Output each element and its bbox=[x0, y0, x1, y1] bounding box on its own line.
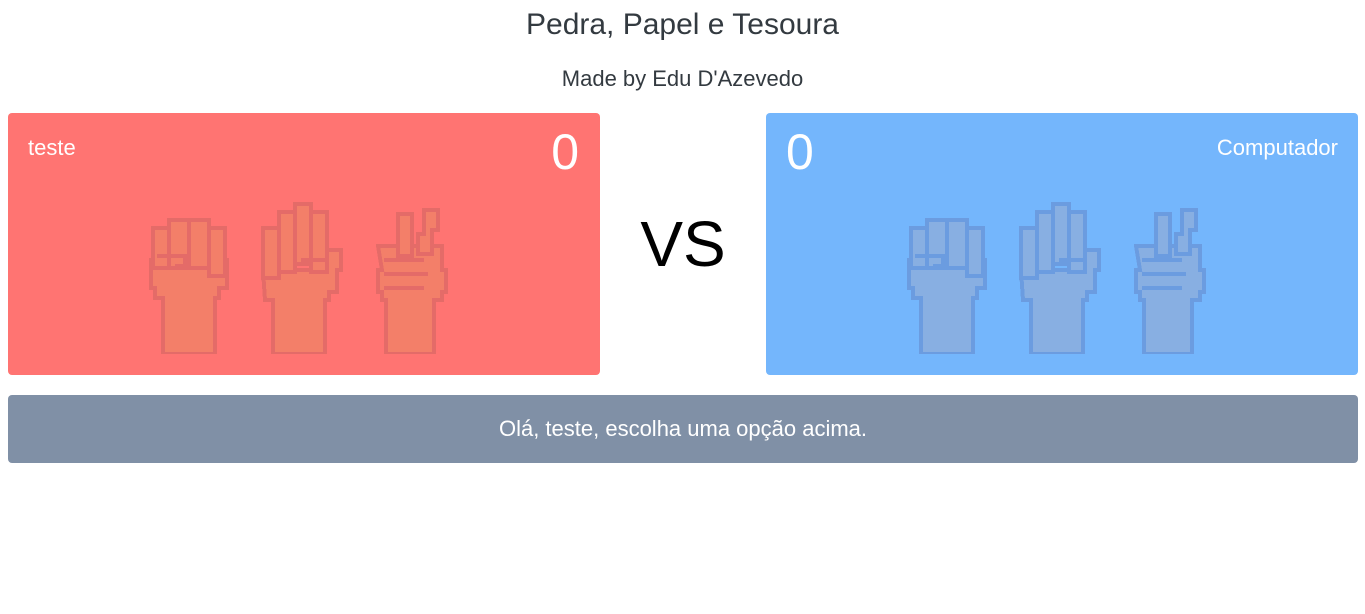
hand-finger bbox=[309, 210, 329, 274]
hand-finger bbox=[1154, 212, 1172, 258]
hand-finger bbox=[1035, 210, 1055, 274]
hand-finger bbox=[909, 226, 929, 270]
page-subtitle: Made by Edu D'Azevedo bbox=[561, 66, 804, 91]
player-scissors-button[interactable] bbox=[376, 190, 460, 354]
hand-finger bbox=[277, 210, 297, 274]
paper-hand-graphic bbox=[1019, 202, 1101, 354]
game-page: Pedra, Papel e Tesoura Made by Edu D'Aze… bbox=[0, 0, 1365, 614]
page-title: Pedra, Papel e Tesoura bbox=[526, 8, 839, 41]
hand-palm bbox=[1134, 244, 1206, 354]
hand-finger bbox=[1019, 226, 1039, 280]
versus-label: VS bbox=[640, 208, 726, 280]
computer-name: Computador bbox=[1216, 135, 1338, 160]
rock-hand-graphic bbox=[149, 218, 229, 354]
status-message: Olá, teste, escolha uma opção acima. bbox=[8, 395, 1358, 463]
hand-finger bbox=[945, 218, 969, 270]
scissors-hand-graphic bbox=[376, 208, 448, 354]
hand-finger bbox=[293, 202, 313, 266]
computer-options bbox=[905, 190, 1225, 354]
computer-panel: 0 Computador bbox=[766, 113, 1358, 375]
computer-paper-hand bbox=[1019, 190, 1103, 354]
computer-scissors-hand bbox=[1134, 190, 1218, 354]
hand-finger bbox=[396, 212, 414, 258]
computer-score: 0 bbox=[786, 124, 814, 180]
player-rock-button[interactable] bbox=[147, 190, 231, 354]
hand-finger bbox=[1067, 210, 1087, 274]
hand-finger bbox=[261, 226, 281, 280]
player-panel: teste 0 bbox=[8, 113, 600, 375]
player-paper-button[interactable] bbox=[261, 190, 345, 354]
hand-finger bbox=[207, 226, 227, 278]
player-options bbox=[147, 190, 467, 354]
hand-finger bbox=[1051, 202, 1071, 266]
hand-finger bbox=[151, 226, 171, 270]
hand-palm bbox=[376, 244, 448, 354]
paper-hand-graphic bbox=[261, 202, 343, 354]
player-score: 0 bbox=[551, 124, 579, 180]
rock-hand-graphic bbox=[907, 218, 987, 354]
scissors-hand-graphic bbox=[1134, 208, 1206, 354]
hand-finger bbox=[965, 226, 985, 278]
computer-rock-hand bbox=[905, 190, 989, 354]
player-name: teste bbox=[28, 135, 76, 160]
hand-finger bbox=[187, 218, 211, 270]
